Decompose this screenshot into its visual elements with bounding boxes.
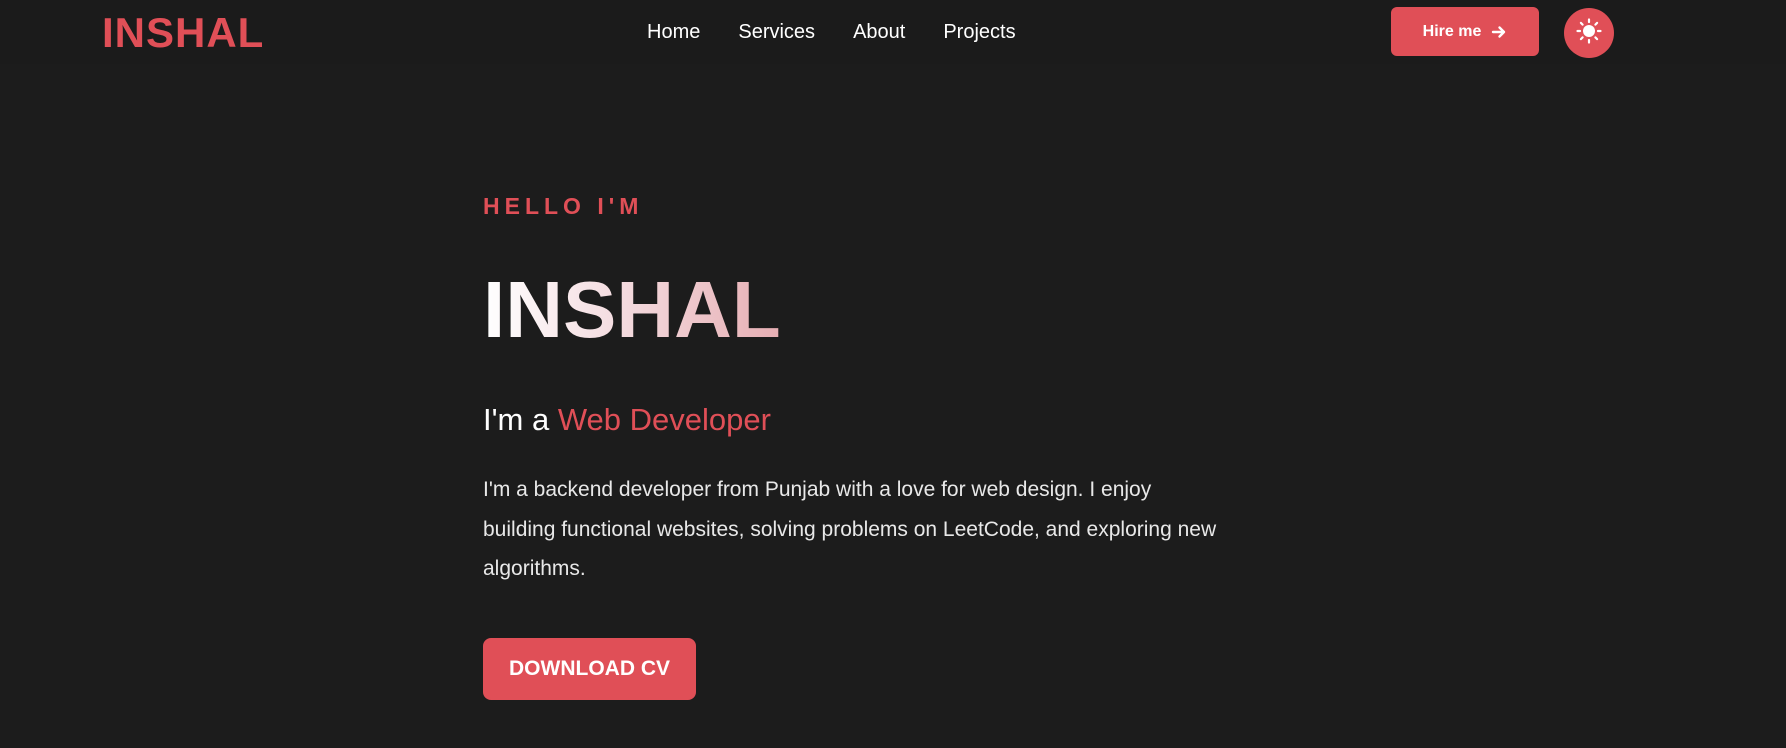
sun-icon xyxy=(1576,17,1602,49)
role-title: Web Developer xyxy=(557,402,771,437)
theme-toggle-button[interactable] xyxy=(1564,8,1614,58)
hero-greeting: HELLO I'M xyxy=(483,193,644,219)
hero-bio: I'm a backend developer from Punjab with… xyxy=(483,478,1217,580)
role-prefix: I'm a xyxy=(483,402,550,437)
hero-role-line: I'm a Web Developer xyxy=(483,401,771,439)
nav-link-about[interactable]: About xyxy=(853,19,905,45)
download-cv-button[interactable]: DOWNLOAD CV xyxy=(483,638,696,700)
page: INSHAL Home Services About Projects Hire… xyxy=(0,0,1786,748)
arrow-right-icon xyxy=(1491,24,1507,40)
logo[interactable]: INSHAL xyxy=(102,9,264,57)
hire-me-button[interactable]: Hire me xyxy=(1391,7,1539,56)
hero-name: INSHAL xyxy=(483,265,781,354)
hire-me-label: Hire me xyxy=(1422,22,1482,40)
nav-link-projects[interactable]: Projects xyxy=(943,19,1015,45)
nav-link-home[interactable]: Home xyxy=(647,19,700,45)
nav-link-services[interactable]: Services xyxy=(738,19,815,45)
nav-links: Home Services About Projects xyxy=(647,19,1054,45)
navbar: INSHAL Home Services About Projects Hire… xyxy=(0,0,1786,64)
